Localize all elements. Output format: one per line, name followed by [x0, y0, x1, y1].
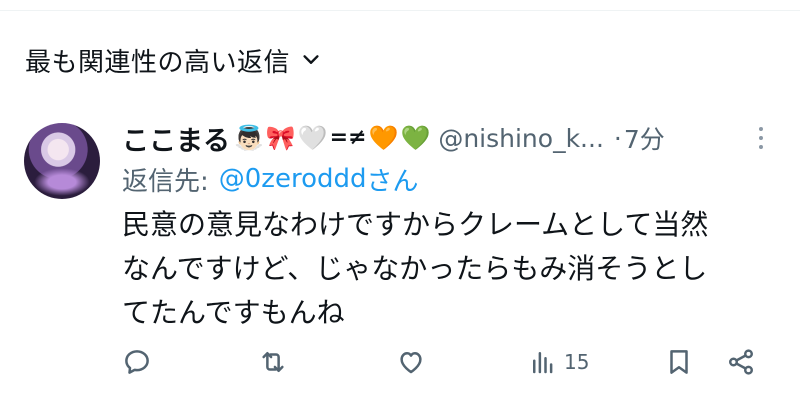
action-bar: 15	[120, 340, 780, 384]
equal-not-equal-text: =≠	[329, 125, 367, 150]
chevron-down-icon	[303, 55, 319, 64]
share-icon	[729, 349, 753, 375]
post-text-line: てたんですもんね	[122, 296, 345, 329]
post-text-line: なんですけど、じゃなかったらもみ消そうとし	[122, 252, 708, 285]
reply-to-line: 返信先: @0zeroddd さん	[122, 160, 419, 198]
post-text-line: 民意の意見なわけですからクレームとして当然	[122, 208, 709, 241]
user-handle[interactable]: @nishino_k...	[438, 124, 604, 153]
repost-button[interactable]	[258, 340, 288, 384]
avatar[interactable]	[24, 123, 100, 199]
name-emojis: 👼🏻 🎀 🤍 =≠ 🧡 💚	[234, 126, 430, 150]
heart-icon	[400, 352, 422, 374]
reply-to-label: 返信先:	[122, 166, 209, 197]
bookmark-icon	[670, 350, 688, 374]
more-options-icon[interactable]	[755, 127, 767, 153]
reply-button[interactable]	[122, 340, 152, 384]
reply-sort-selector[interactable]: 最も関連性の高い返信	[25, 40, 322, 80]
bookmark-button[interactable]	[664, 340, 694, 384]
post-text: 民意の意見なわけですからクレームとして当然 なんですけど、じゃなかったらもみ消そ…	[122, 203, 782, 335]
ribbon-emoji-icon: 🎀	[265, 124, 296, 152]
share-button[interactable]	[726, 340, 756, 384]
analytics-icon	[533, 352, 553, 374]
top-divider	[0, 10, 800, 11]
repost-icon	[262, 352, 284, 372]
separator-dot: ·	[613, 123, 622, 153]
reply-icon	[125, 350, 149, 374]
views-button[interactable]: 15	[528, 340, 589, 384]
post-time[interactable]: 7分	[624, 120, 665, 156]
views-count: 15	[564, 350, 590, 374]
sort-label: 最も関連性の高い返信	[25, 47, 291, 78]
display-name[interactable]: ここまる	[122, 119, 230, 158]
green-heart-emoji-icon: 💚	[400, 124, 431, 152]
reply-mention-link[interactable]: @0zeroddd	[219, 164, 367, 194]
orange-heart-emoji-icon: 🧡	[368, 124, 399, 152]
angel-emoji-icon: 👼🏻	[234, 124, 264, 152]
reply-honorific: さん	[366, 166, 419, 197]
like-button[interactable]	[396, 340, 426, 384]
post-header: ここまる 👼🏻 🎀 🤍 =≠ 🧡 💚 @nishino_k... · 7分	[122, 118, 665, 158]
white-heart-emoji-icon: 🤍	[297, 124, 328, 152]
